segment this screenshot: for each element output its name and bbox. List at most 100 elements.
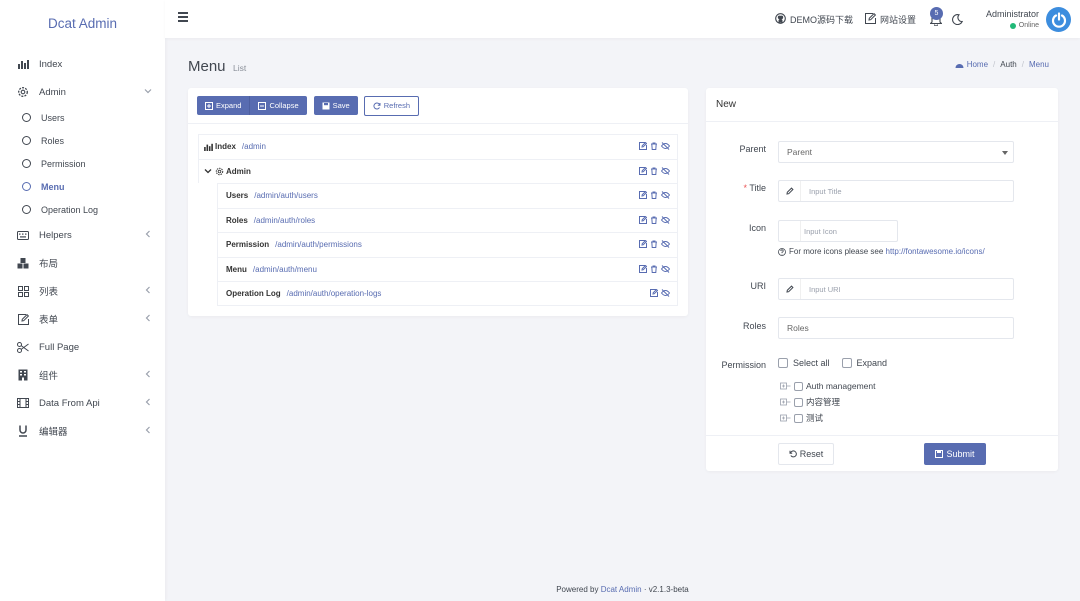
sidebar-item-data-from-api[interactable]: Data From Api	[0, 389, 165, 417]
tree-row-uri[interactable]: /admin/auth/menu	[253, 265, 317, 274]
page-title: Menu	[188, 58, 226, 75]
trash-icon[interactable]	[650, 265, 658, 273]
sidebar-item-label: 表单	[39, 315, 59, 326]
breadcrumb: Home / Auth / Menu	[955, 60, 1049, 69]
tree-row-uri[interactable]: /admin/auth/users	[254, 191, 318, 200]
app-logo[interactable]: Dcat Admin	[0, 0, 165, 46]
refresh-button[interactable]: Refresh	[363, 95, 419, 116]
edit-icon[interactable]	[639, 191, 647, 199]
parent-select[interactable]: Parent	[778, 141, 1014, 163]
title-input[interactable]: Input Title	[778, 180, 1014, 202]
tree-node-plus-icon[interactable]	[780, 413, 791, 423]
site-settings-link[interactable]: 网站设置	[865, 12, 916, 26]
chevron-left-icon	[144, 314, 152, 325]
tree-node-plus-icon[interactable]	[780, 381, 791, 391]
row-actions	[650, 289, 670, 297]
sidebar-item-index[interactable]: Index	[0, 50, 165, 78]
eye-slash-icon[interactable]	[661, 289, 670, 297]
sidebar-subitem-menu[interactable]: Menu	[0, 175, 165, 198]
tree-row-users[interactable]: Users/admin/auth/users	[217, 183, 678, 208]
edit-icon[interactable]	[639, 142, 647, 150]
menu-toggle-icon[interactable]	[178, 12, 188, 24]
sidebar-item-editor[interactable]: 编辑器	[0, 417, 165, 445]
keyboard-icon	[17, 229, 29, 241]
tree-row-uri[interactable]: /admin/auth/roles	[254, 216, 315, 225]
eye-slash-icon[interactable]	[661, 215, 670, 224]
eye-slash-icon[interactable]	[661, 240, 670, 248]
submit-button[interactable]: Submit	[924, 443, 986, 465]
trash-icon[interactable]	[650, 167, 658, 175]
icon-input[interactable]: Input Icon	[778, 220, 898, 242]
footer-link[interactable]: Dcat Admin	[601, 585, 642, 594]
roles-select[interactable]: Roles	[778, 317, 1014, 339]
reset-button[interactable]: Reset	[778, 443, 834, 465]
tree-row-uri[interactable]: /admin	[242, 142, 266, 151]
sidebar-item-form[interactable]: 表单	[0, 305, 165, 333]
edit-icon[interactable]	[639, 240, 647, 248]
row-actions	[639, 215, 670, 224]
sidebar-subitem-permission[interactable]: Permission	[0, 152, 165, 175]
sidebar-subitem-roles[interactable]: Roles	[0, 129, 165, 152]
sidebar-subitem-users[interactable]: Users	[0, 106, 165, 129]
tree-row-roles[interactable]: Roles/admin/auth/roles	[217, 207, 678, 232]
permission-checkbox[interactable]	[794, 381, 803, 391]
roles-select-value: Roles	[787, 323, 809, 333]
permission-tree-item[interactable]: 内容管理	[780, 394, 875, 410]
trash-icon[interactable]	[650, 142, 658, 150]
eye-slash-icon[interactable]	[661, 191, 670, 199]
tree-row-admin[interactable]: Admin	[198, 158, 678, 183]
scissors-icon	[17, 341, 29, 353]
select-all-checkbox[interactable]	[778, 358, 788, 368]
sidebar-item-admin[interactable]: Admin	[0, 78, 165, 106]
trash-icon[interactable]	[650, 191, 658, 199]
expand-checkbox[interactable]	[841, 358, 852, 368]
eye-slash-icon[interactable]	[661, 166, 670, 175]
dark-mode-icon[interactable]	[952, 14, 964, 28]
footer-version: · v2.1.3-beta	[643, 585, 689, 594]
expand-button[interactable]: Expand	[197, 96, 250, 115]
tree-node-plus-icon[interactable]	[780, 397, 791, 407]
footer-prefix: Powered by	[556, 585, 599, 594]
breadcrumb-auth[interactable]: Auth	[1000, 60, 1016, 69]
eye-slash-icon[interactable]	[661, 142, 670, 150]
sidebar-item-list[interactable]: 列表	[0, 277, 165, 305]
question-circle-icon	[778, 247, 786, 256]
sidebar-item-components[interactable]: 组件	[0, 361, 165, 389]
tree-row-permission[interactable]: Permission/admin/auth/permissions	[217, 232, 678, 257]
sidebar-subitem-operation-log[interactable]: Operation Log	[0, 198, 165, 221]
edit-icon[interactable]	[639, 264, 647, 273]
save-button[interactable]: Save	[313, 96, 358, 115]
tree-row-operation-log[interactable]: Operation Log/admin/auth/operation-logs	[217, 281, 678, 306]
collapse-button[interactable]: Collapse	[249, 96, 307, 115]
breadcrumb-home[interactable]: Home	[955, 60, 988, 69]
permission-label: Permission	[721, 360, 766, 370]
demo-download-link[interactable]: DEMO源码下载	[775, 13, 853, 26]
tree-row-index[interactable]: Index/admin	[198, 134, 678, 159]
tree-row-uri[interactable]: /admin/auth/permissions	[275, 240, 362, 249]
sidebar-item-helpers[interactable]: Helpers	[0, 221, 165, 249]
eye-slash-icon[interactable]	[661, 264, 670, 273]
permission-tree-item[interactable]: 测试	[780, 410, 875, 426]
permission-tree-item[interactable]: Auth management	[780, 378, 875, 394]
chevron-down-icon[interactable]	[204, 167, 212, 175]
pencil-icon	[779, 279, 801, 299]
sidebar-item-full-page[interactable]: Full Page	[0, 333, 165, 361]
user-name[interactable]: Administrator	[986, 9, 1039, 19]
menu-tree-card: Expand Collapse Save Refresh Index/admin…	[188, 88, 688, 316]
permission-checkbox[interactable]	[794, 397, 803, 407]
sidebar-item-label: Users	[41, 112, 65, 123]
bar-chart-icon	[204, 143, 213, 151]
trash-icon[interactable]	[650, 240, 658, 248]
fontawesome-link[interactable]: http://fontawesome.io/icons/	[886, 247, 985, 256]
trash-icon[interactable]	[650, 216, 658, 224]
edit-icon[interactable]	[639, 166, 647, 175]
edit-icon[interactable]	[650, 289, 658, 297]
chevron-left-icon	[144, 398, 152, 409]
uri-input[interactable]: Input URI	[778, 278, 1014, 300]
tree-row-menu[interactable]: Menu/admin/auth/menu	[217, 256, 678, 281]
avatar[interactable]	[1046, 7, 1071, 32]
edit-icon[interactable]	[639, 215, 647, 224]
tree-row-uri[interactable]: /admin/auth/operation-logs	[287, 289, 382, 298]
permission-checkbox[interactable]	[794, 413, 803, 423]
sidebar-item-layout[interactable]: 布局	[0, 249, 165, 277]
